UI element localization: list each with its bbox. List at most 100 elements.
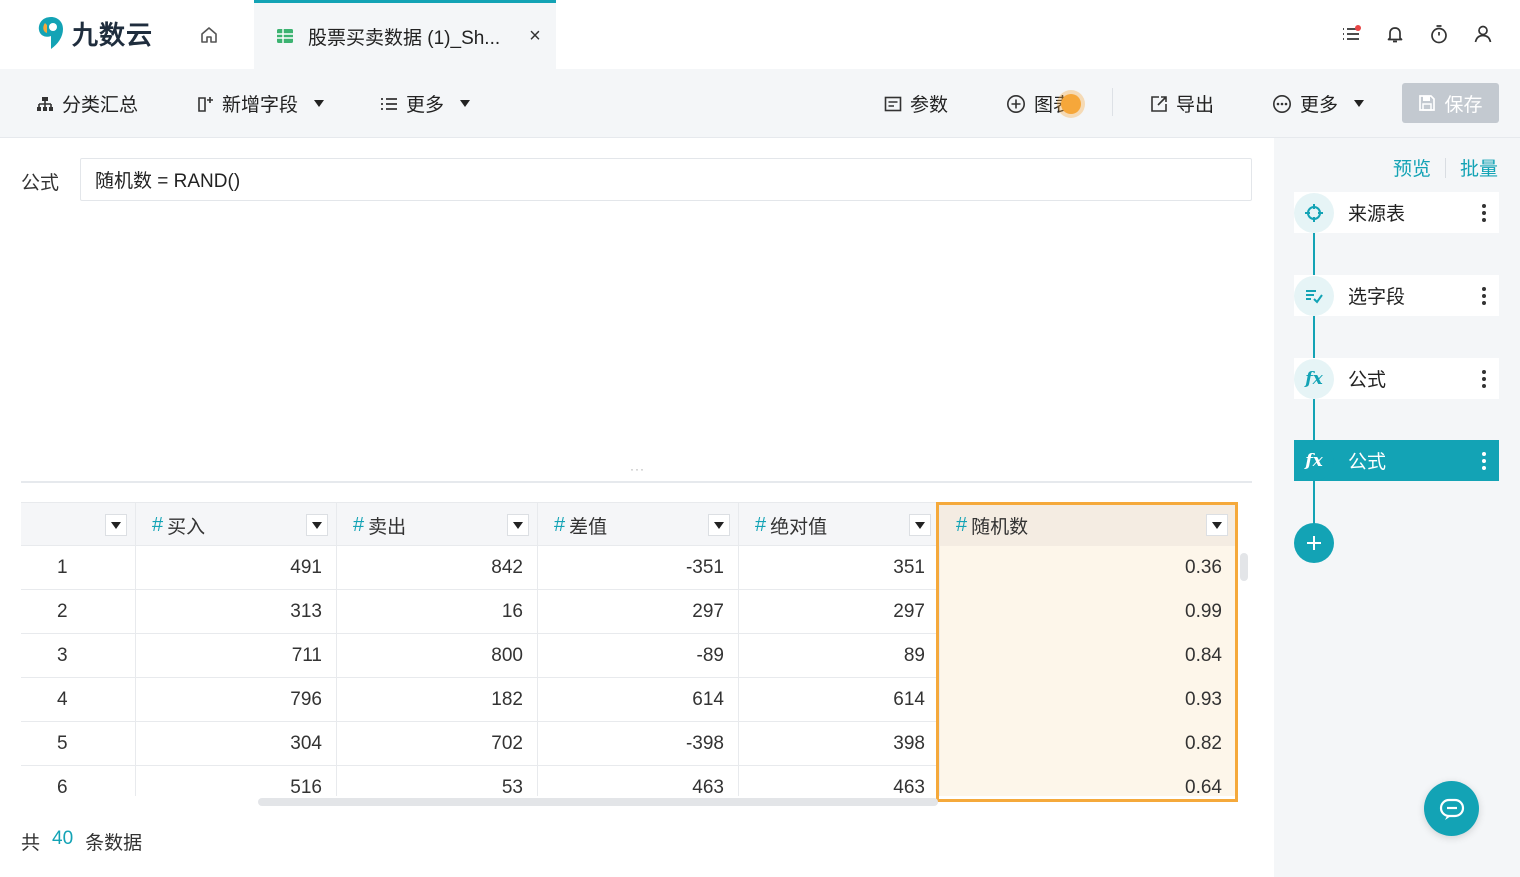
table-cell[interactable]: 0.64 [940,766,1237,796]
save-button[interactable]: 保存 [1402,83,1499,123]
close-icon[interactable]: × [520,25,550,48]
more-menu-left[interactable]: 更多 [380,69,471,138]
more-menu-right[interactable]: 更多 [1272,69,1365,138]
table-cell[interactable]: 0.84 [940,634,1237,678]
column-menu[interactable] [909,514,931,536]
more-vertical-icon[interactable] [1469,369,1499,388]
params-button[interactable]: 参数 [884,69,948,138]
table-cell[interactable]: 842 [337,546,538,590]
table-cell[interactable]: 614 [739,678,940,722]
table-cell[interactable]: 463 [739,766,940,796]
row-count-value: 40 [52,828,74,849]
user-icon[interactable] [1470,20,1496,48]
home-button[interactable] [196,22,222,48]
table-cell[interactable]: 800 [337,634,538,678]
add-step-button[interactable] [1294,523,1334,563]
row-index: 4 [21,678,136,722]
bell-icon[interactable] [1382,20,1408,48]
horizontal-scrollbar[interactable] [258,798,938,806]
table-cell[interactable]: -351 [538,546,739,590]
number-type-icon: # [554,513,566,536]
table-cell[interactable]: 313 [136,590,337,634]
chevron-down-icon [915,521,925,529]
add-field-button[interactable]: 新增字段 [196,69,325,138]
table-cell[interactable]: 398 [739,722,940,766]
table-cell[interactable]: 297 [739,590,940,634]
panel-actions: 预览 批量 [1393,154,1498,181]
table-cell[interactable]: -398 [538,722,739,766]
number-type-icon: # [956,513,968,536]
row-index: 6 [21,766,136,796]
number-type-icon: # [755,513,767,536]
step-formula-2-active[interactable]: fx 公式 [1294,440,1499,481]
header-col-2[interactable]: # 差值 [538,503,739,547]
table-cell[interactable]: 16 [337,590,538,634]
vertical-scrollbar[interactable] [1240,553,1248,581]
batch-link[interactable]: 批量 [1460,154,1498,181]
table-cell[interactable]: 0.93 [940,678,1237,722]
support-chat-button[interactable] [1424,781,1479,836]
row-index: 2 [21,590,136,634]
table-cell[interactable]: 0.36 [940,546,1237,590]
export-button[interactable]: 导出 [1150,69,1214,138]
header-col-4[interactable]: # 随机数 [940,503,1237,547]
row-index: 5 [21,722,136,766]
column-menu-index[interactable] [105,514,127,536]
more-vertical-icon[interactable] [1469,286,1499,305]
table-row: 3 711 800 -89 89 0.84 [21,634,1237,678]
step-label: 选字段 [1348,287,1406,308]
table-cell[interactable]: -89 [538,634,739,678]
table-cell[interactable]: 351 [739,546,940,590]
table-cell[interactable]: 304 [136,722,337,766]
table-cell[interactable]: 711 [136,634,337,678]
row-index: 1 [21,546,136,590]
tab-title: 股票买卖数据 (1)_Sh... [308,27,501,49]
resize-handle[interactable]: ··· [630,462,645,476]
add-field-label: 新增字段 [222,95,299,116]
table-cell[interactable]: 182 [337,678,538,722]
group-summary-button[interactable]: 分类汇总 [36,69,138,138]
chevron-down-icon [714,521,724,529]
header-label: 绝对值 [770,516,828,538]
add-column-icon [198,96,213,112]
column-menu[interactable] [708,514,730,536]
header-col-0[interactable]: # 买入 [136,503,337,547]
table-cell[interactable]: 0.99 [940,590,1237,634]
table-cell[interactable]: 89 [739,634,940,678]
step-select-fields[interactable]: 选字段 [1294,275,1499,316]
number-type-icon: # [353,513,365,536]
tab-active[interactable]: 股票买卖数据 (1)_Sh... × [254,0,556,69]
panel-splitter[interactable] [21,481,1252,483]
preview-link[interactable]: 预览 [1393,154,1431,181]
table-cell[interactable]: 702 [337,722,538,766]
table-row: 6 516 53 463 463 0.64 [21,766,1237,796]
column-menu[interactable] [507,514,529,536]
step-formula-1[interactable]: fx 公式 [1294,358,1499,399]
table-cell[interactable]: 0.82 [940,722,1237,766]
table-cell[interactable]: 297 [538,590,739,634]
table-cell[interactable]: 516 [136,766,337,796]
more-vertical-icon[interactable] [1469,451,1499,470]
formula-editor[interactable]: 随机数 = RAND() [80,158,1252,201]
more-vertical-icon[interactable] [1469,203,1499,222]
column-menu[interactable] [1206,514,1228,536]
toolbar: 分类汇总 新增字段 更多 参数 图表 导出 更多 [0,69,1520,138]
table-cell[interactable]: 463 [538,766,739,796]
header-col-1[interactable]: # 卖出 [337,503,538,547]
table-cell[interactable]: 796 [136,678,337,722]
plus-circle-icon [1007,94,1025,113]
column-menu[interactable] [306,514,328,536]
app-logo[interactable]: 九数云 [36,14,153,52]
table-cell[interactable]: 53 [337,766,538,796]
task-list-icon[interactable] [1338,20,1364,48]
header-col-3[interactable]: # 绝对值 [739,503,940,547]
mouse-cursor-indicator [1061,94,1081,114]
table-cell[interactable]: 614 [538,678,739,722]
timer-icon[interactable] [1426,20,1452,48]
table-cell[interactable]: 491 [136,546,337,590]
step-label: 公式 [1348,370,1387,391]
export-icon [1151,95,1167,112]
top-right-icons [1338,20,1496,48]
toolbar-divider [1112,88,1113,116]
step-source-table[interactable]: 来源表 [1294,192,1499,233]
